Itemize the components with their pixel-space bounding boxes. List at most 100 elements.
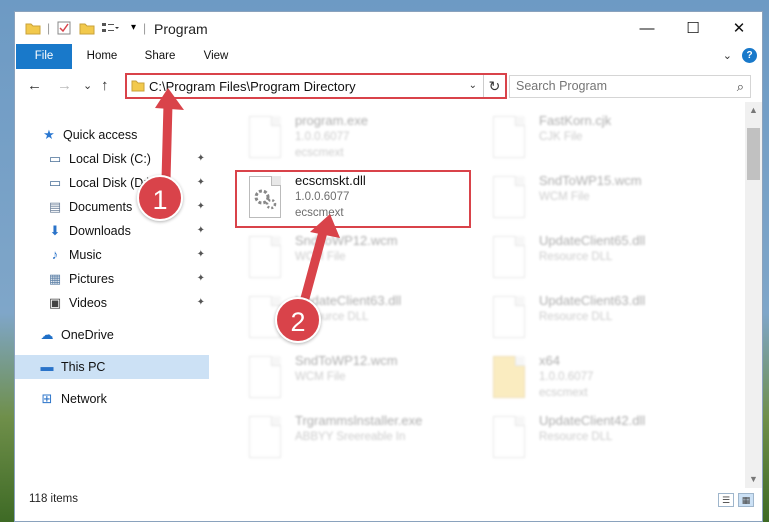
music-icon: ♪ [51,247,59,262]
file-name: ecscmskt.dll [295,173,366,188]
folder-icon [493,356,525,398]
file-icon [493,176,525,218]
refresh-button[interactable]: ↻ [483,75,505,97]
file-version: Resource DLL [539,251,613,263]
file-version: WCM File [539,191,590,203]
expand-ribbon-icon[interactable]: ⌄ [723,49,732,62]
file-item[interactable]: SndToWP12.wcm WCM File [237,352,477,410]
star-icon: ★ [43,127,55,142]
maximize-button[interactable]: ☐ [670,12,716,44]
tab-file[interactable]: File [16,44,72,69]
sidebar-item-music[interactable]: ♪ Music ✦ [15,243,209,267]
forward-button[interactable]: → [57,77,72,94]
tab-home[interactable]: Home [77,44,127,69]
file-version: 1.0.0.6077 [295,191,350,203]
sidebar-item-network[interactable]: ⊞ Network [15,387,209,411]
minimize-button[interactable]: — [624,12,670,44]
file-item[interactable]: UpdateClient63.dll Resource DLL [237,292,477,350]
properties-icon[interactable] [57,21,71,38]
tab-share[interactable]: Share [135,44,185,69]
folder-icon [25,21,41,38]
scroll-up-icon[interactable]: ▲ [745,102,762,119]
navigation-bar: ← → ⌄ ↑ C:\Program Files\Program Directo… [15,70,762,102]
cloud-icon: ☁ [40,327,54,342]
step-1-badge: 1 [137,175,183,221]
sidebar-item-label: This PC [61,360,106,374]
file-name: program.exe [295,113,368,128]
drive-icon: ▭ [48,151,62,166]
sidebar-item-label: Quick access [63,128,138,142]
pin-icon: ✦ [196,249,205,260]
new-folder-icon[interactable] [79,21,95,38]
customize-toolbar-icon[interactable]: ▾ [131,22,136,33]
file-name: UpdateClient42.dll [539,413,646,428]
file-explorer-window: | ▾ | Program — ☐ ✕ File Home Share View… [14,11,763,522]
file-icon [249,236,281,278]
sidebar-item-quick-access[interactable]: ★ Quick access [15,123,209,147]
search-input[interactable] [516,79,716,93]
file-icon [249,176,281,218]
file-version: CJK File [539,131,583,143]
search-box[interactable]: ⌕ [509,75,751,98]
scroll-thumb[interactable] [747,128,760,180]
sidebar-item-pictures[interactable]: ▦ Pictures ✦ [15,267,209,291]
item-count: 118 items [29,493,79,505]
tab-view[interactable]: View [191,44,241,69]
file-name: Trgrammslnstaller.exe [295,413,423,428]
address-path: C:\Program Files\Program Directory [149,79,356,94]
scroll-down-icon[interactable]: ▼ [745,471,762,488]
sidebar-item-downloads[interactable]: ⬇ Downloads ✦ [15,219,209,243]
large-icons-view-icon[interactable]: ▦ [738,493,754,507]
network-icon: ⊞ [41,391,53,406]
sidebar-item-onedrive[interactable]: ☁ OneDrive [15,323,209,347]
sidebar-item-label: Videos [69,296,107,310]
navigation-pane: ★ Quick access ▭ Local Disk (C:) ✦ ▭ Local Dis… [15,112,211,492]
pin-icon: ✦ [196,201,205,212]
search-icon: ⌕ [736,79,744,94]
window-title: Program [154,21,208,37]
file-version: Resource DLL [539,311,613,323]
sidebar-item-this-pc[interactable]: ▬ This PC [15,355,209,379]
pictures-icon: ▦ [48,271,62,286]
computer-icon: ▬ [40,359,54,374]
close-button[interactable]: ✕ [716,12,762,44]
back-button[interactable]: ← [27,77,42,94]
file-item[interactable]: program.exe 1.0.0.6077 ecscmext [237,112,477,170]
file-item[interactable]: ecscmskt.dll 1.0.0.6077 ecscmext [235,170,471,228]
file-name: UpdateClient65.dll [539,233,646,248]
file-name: SndToWP12.wcm [295,233,398,248]
file-version: 1.0.0.6077 [539,371,594,383]
sidebar-item-local-disk-c[interactable]: ▭ Local Disk (C:) ✦ [15,147,209,171]
documents-icon: ▤ [48,199,62,214]
file-item[interactable]: Trgrammslnstaller.exe ABBYY Sreereable In [237,412,477,470]
view-options-icon[interactable] [101,21,119,38]
file-item[interactable]: SndToWP12.wcm WCM File [237,232,477,290]
pin-icon: ✦ [196,297,205,308]
vertical-scrollbar[interactable]: ▲ ▼ [745,102,762,488]
address-bar[interactable]: C:\Program Files\Program Directory ⌄ ↻ [125,73,507,99]
file-item[interactable]: FastKorn.cjk CJK File [481,112,721,170]
recent-locations-button[interactable]: ⌄ [83,79,92,92]
file-version: Resource DLL [539,431,613,443]
file-item[interactable]: x64 1.0.0.6077 ecscmext [481,352,721,410]
file-item[interactable]: SndToWP15.wcm WCM File [481,172,721,230]
separator: | [143,21,147,35]
file-item[interactable]: UpdateClient63.dll Resource DLL [481,292,721,350]
details-view-icon[interactable]: ☰ [718,493,734,507]
help-icon[interactable]: ? [742,48,757,63]
sidebar-item-label: Downloads [69,224,131,238]
pin-icon: ✦ [196,225,205,236]
file-item[interactable]: UpdateClient42.dll Resource DLL [481,412,721,470]
up-button[interactable]: ↑ [101,77,109,94]
file-description: ecscmext [539,387,588,399]
file-icon [249,116,281,158]
folder-icon [131,79,145,95]
pin-icon: ✦ [196,273,205,284]
drive-icon: ▭ [48,175,62,190]
file-icon [249,416,281,458]
file-item[interactable]: UpdateClient65.dll Resource DLL [481,232,721,290]
file-version: ABBYY Sreereable In [295,431,406,443]
file-description: ecscmext [295,147,344,159]
sidebar-item-videos[interactable]: ▣ Videos ✦ [15,291,209,315]
address-dropdown-icon[interactable]: ⌄ [469,80,477,91]
